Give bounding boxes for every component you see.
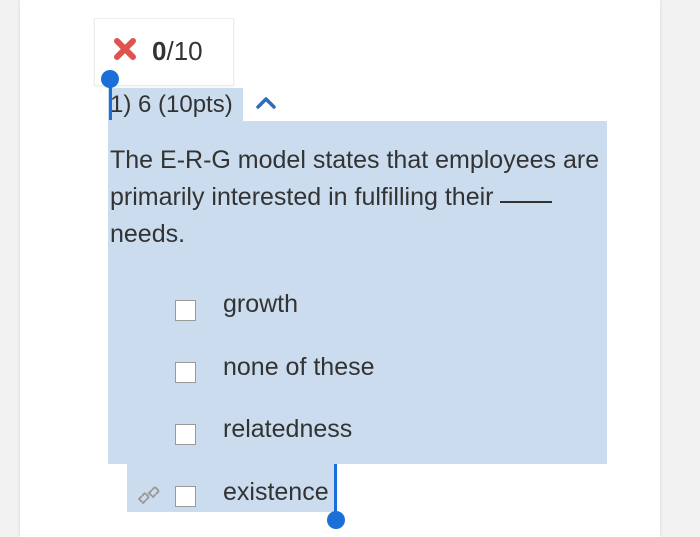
selection-end-handle[interactable] <box>327 511 345 529</box>
option-label-existence[interactable]: existence <box>223 476 329 508</box>
selection-end-handle-line <box>334 464 337 514</box>
option-label-growth[interactable]: growth <box>223 288 298 320</box>
broken-link-icon <box>137 485 161 505</box>
option-checkbox-growth[interactable] <box>175 300 196 321</box>
question-prompt-end: needs. <box>110 220 186 248</box>
option-label-none-of-these[interactable]: none of these <box>223 351 375 383</box>
option-checkbox-existence[interactable] <box>175 486 196 507</box>
question-text: The E-R-G model states that employees ar… <box>110 142 605 253</box>
selection-start-handle[interactable] <box>101 70 119 88</box>
red-x-icon <box>114 38 136 60</box>
chevron-up-icon[interactable] <box>255 94 277 110</box>
question-header[interactable]: 1) 6 (10pts) <box>110 88 233 122</box>
score-total: /10 <box>166 36 203 66</box>
score-text: 0/10 <box>152 34 203 68</box>
option-label-relatedness[interactable]: relatedness <box>223 413 352 445</box>
option-checkbox-relatedness[interactable] <box>175 424 196 445</box>
option-checkbox-none-of-these[interactable] <box>175 362 196 383</box>
score-earned: 0 <box>152 36 167 66</box>
page: 0/10 1) 6 (10pts) The E-R-G model states… <box>0 0 700 537</box>
answer-blank <box>500 201 553 203</box>
